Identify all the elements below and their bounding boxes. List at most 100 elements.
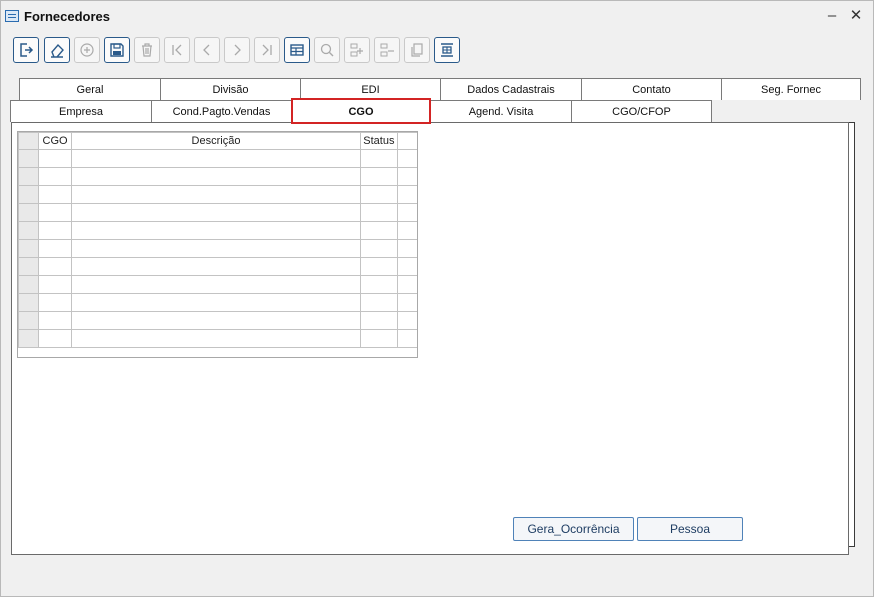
cell-descricao[interactable] — [71, 203, 361, 222]
cell-cgo[interactable] — [38, 221, 73, 240]
cell-cgo[interactable] — [38, 203, 73, 222]
clear-button[interactable] — [44, 37, 70, 63]
tab-cgo[interactable]: CGO — [291, 98, 431, 124]
cell-status[interactable] — [359, 203, 398, 222]
tab-dados-cadastrais[interactable]: Dados Cadastrais — [440, 78, 582, 100]
row-indicator[interactable] — [18, 185, 40, 204]
first-record-button[interactable] — [164, 37, 190, 63]
insert-line-icon — [350, 43, 363, 57]
table-row[interactable] — [18, 185, 417, 204]
add-button[interactable] — [74, 37, 100, 63]
table-header-row: CGO Descrição Status — [18, 132, 417, 150]
cell-descricao[interactable] — [71, 311, 361, 330]
insert-line-button[interactable] — [344, 37, 370, 63]
column-header-descricao[interactable]: Descrição — [71, 132, 361, 150]
cell-filler — [396, 149, 417, 168]
table-row[interactable] — [18, 257, 417, 276]
cell-cgo[interactable] — [38, 149, 73, 168]
cell-filler — [396, 221, 417, 240]
cell-status[interactable] — [359, 329, 398, 348]
cell-status[interactable] — [359, 257, 398, 276]
cell-descricao[interactable] — [71, 293, 361, 312]
row-indicator[interactable] — [18, 221, 40, 240]
table-row[interactable] — [18, 239, 417, 258]
table-row[interactable] — [18, 149, 417, 168]
cell-status[interactable] — [359, 239, 398, 258]
cell-descricao[interactable] — [71, 239, 361, 258]
column-header-cgo[interactable]: CGO — [38, 132, 73, 150]
cell-descricao[interactable] — [71, 329, 361, 348]
tab-cond-pagto-vendas[interactable]: Cond.Pagto.Vendas — [151, 100, 292, 122]
cell-cgo[interactable] — [38, 257, 73, 276]
add-icon — [80, 43, 94, 57]
next-record-button[interactable] — [224, 37, 250, 63]
cell-descricao[interactable] — [71, 149, 361, 168]
cell-status[interactable] — [359, 293, 398, 312]
cell-cgo[interactable] — [38, 311, 73, 330]
close-button[interactable]: ✕ — [847, 7, 865, 25]
delete-button[interactable] — [134, 37, 160, 63]
cell-cgo[interactable] — [38, 167, 73, 186]
cell-status[interactable] — [359, 311, 398, 330]
remove-line-button[interactable] — [374, 37, 400, 63]
tab-empresa[interactable]: Empresa — [10, 100, 152, 122]
table-row[interactable] — [18, 221, 417, 240]
last-record-button[interactable] — [254, 37, 280, 63]
row-indicator[interactable] — [18, 311, 40, 330]
tab-seg-fornec[interactable]: Seg. Fornec — [721, 78, 861, 100]
cell-cgo[interactable] — [38, 239, 73, 258]
save-button[interactable] — [104, 37, 130, 63]
row-indicator[interactable] — [18, 149, 40, 168]
table-row[interactable] — [18, 329, 417, 348]
cell-filler — [396, 185, 417, 204]
cell-descricao[interactable] — [71, 167, 361, 186]
cell-status[interactable] — [359, 221, 398, 240]
row-indicator[interactable] — [18, 203, 40, 222]
last-record-icon — [262, 44, 272, 56]
column-header-filler — [396, 132, 417, 150]
table-row[interactable] — [18, 293, 417, 312]
row-indicator-header — [18, 132, 40, 150]
tab-divisao[interactable]: Divisão — [160, 78, 301, 100]
table-row[interactable] — [18, 311, 417, 330]
cell-cgo[interactable] — [38, 293, 73, 312]
row-indicator[interactable] — [18, 329, 40, 348]
tab-edi[interactable]: EDI — [300, 78, 441, 100]
exit-button[interactable] — [13, 37, 39, 63]
tab-agend-visita[interactable]: Agend. Visita — [430, 100, 572, 122]
cell-descricao[interactable] — [71, 185, 361, 204]
cell-status[interactable] — [359, 149, 398, 168]
row-indicator[interactable] — [18, 239, 40, 258]
row-indicator[interactable] — [18, 257, 40, 276]
cell-status[interactable] — [359, 185, 398, 204]
pessoa-button[interactable]: Pessoa — [637, 517, 743, 541]
table-row[interactable] — [18, 167, 417, 186]
cell-filler — [396, 293, 417, 312]
row-indicator[interactable] — [18, 275, 40, 294]
cell-descricao[interactable] — [71, 257, 361, 276]
cell-status[interactable] — [359, 167, 398, 186]
column-header-status[interactable]: Status — [359, 132, 398, 150]
cell-cgo[interactable] — [38, 275, 73, 294]
cell-status[interactable] — [359, 275, 398, 294]
cell-descricao[interactable] — [71, 275, 361, 294]
cgo-grid[interactable]: CGO Descrição Status — [17, 131, 418, 358]
table-row[interactable] — [18, 203, 417, 222]
previous-record-button[interactable] — [194, 37, 220, 63]
tab-contato[interactable]: Contato — [581, 78, 722, 100]
grid-view-button[interactable] — [284, 37, 310, 63]
cell-descricao[interactable] — [71, 221, 361, 240]
column-insert-button[interactable] — [434, 37, 460, 63]
gera-ocorrencia-button[interactable]: Gera_Ocorrência — [513, 517, 634, 541]
tab-geral[interactable]: Geral — [19, 78, 161, 100]
minimize-button[interactable]: – — [823, 7, 841, 25]
row-indicator[interactable] — [18, 167, 40, 186]
tab-cgo-cfop[interactable]: CGO/CFOP — [571, 100, 712, 122]
cell-cgo[interactable] — [38, 329, 73, 348]
table-row[interactable] — [18, 275, 417, 294]
eraser-icon — [51, 43, 64, 58]
row-indicator[interactable] — [18, 293, 40, 312]
cell-cgo[interactable] — [38, 185, 73, 204]
copy-button[interactable] — [404, 37, 430, 63]
search-button[interactable] — [314, 37, 340, 63]
